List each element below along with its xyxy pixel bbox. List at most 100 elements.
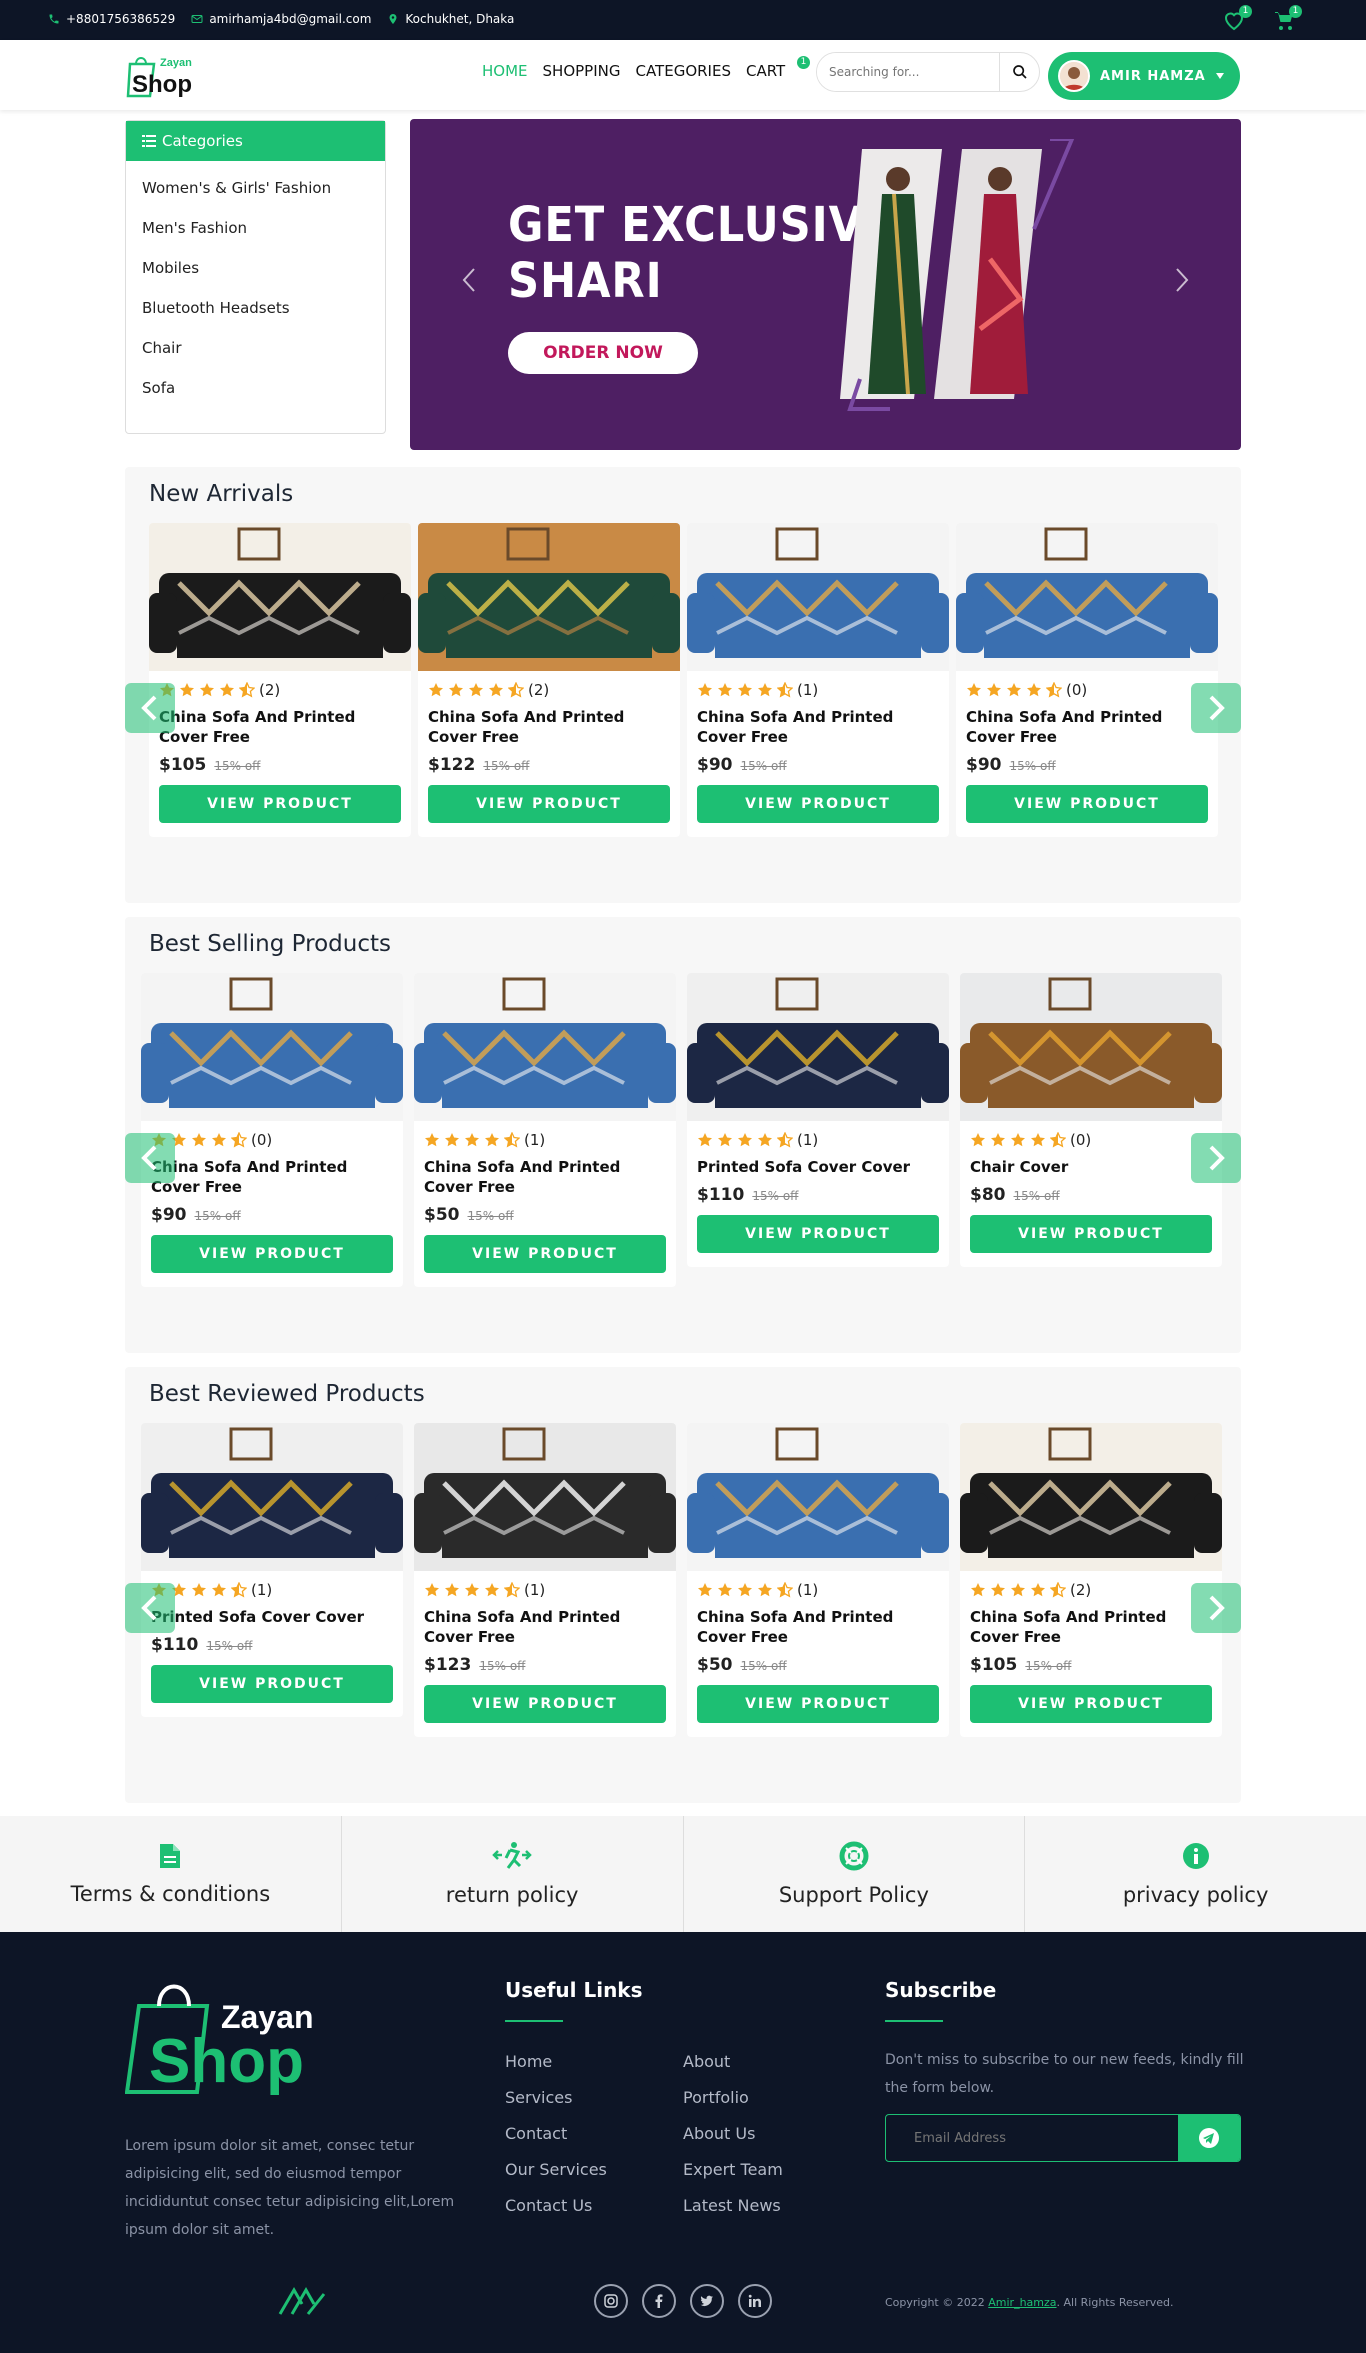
policy-privacy[interactable]: privacy policy [1025,1816,1366,1932]
footer-link-contact[interactable]: Contact [505,2124,607,2160]
product-image-wrap[interactable] [687,973,949,1121]
product-image-wrap[interactable] [418,523,680,671]
product-image-wrap[interactable] [141,973,403,1121]
facebook-button[interactable] [642,2284,676,2318]
nav-cart[interactable]: CART [746,62,785,80]
category-item[interactable]: Mobiles [142,253,369,293]
category-item[interactable]: Sofa [142,373,369,413]
product-image-wrap[interactable] [956,523,1218,671]
footer-link-expert-team[interactable]: Expert Team [683,2160,783,2196]
product-name[interactable]: China Sofa And Printed Cover Free [970,1607,1212,1647]
carousel-next-button[interactable] [1191,1133,1241,1183]
product-name[interactable]: China Sofa And Printed Cover Free [424,1157,666,1197]
nav-shopping[interactable]: SHOPPING [543,62,621,80]
product-image-wrap[interactable] [141,1423,403,1571]
product-card[interactable]: (1) China Sofa And Printed Cover Free $9… [687,523,949,837]
search-input[interactable] [817,53,999,91]
view-product-button[interactable]: VIEW PRODUCT [697,1215,939,1253]
product-card[interactable]: (0) China Sofa And Printed Cover Free $9… [141,973,403,1287]
carousel-prev-button[interactable] [125,683,175,733]
carousel-next-button[interactable] [1191,683,1241,733]
review-count: (1) [524,1581,546,1599]
product-card[interactable]: (2) China Sofa And Printed Cover Free $1… [418,523,680,837]
view-product-button[interactable]: VIEW PRODUCT [424,1685,666,1723]
product-card[interactable]: (1) China Sofa And Printed Cover Free $5… [414,973,676,1287]
product-card[interactable]: (0) China Sofa And Printed Cover Free $9… [956,523,1218,837]
product-name[interactable]: China Sofa And Printed Cover Free [428,707,670,747]
view-product-button[interactable]: VIEW PRODUCT [697,1685,939,1723]
footer-link-home[interactable]: Home [505,2052,607,2088]
policy-terms[interactable]: Terms & conditions [0,1816,342,1932]
product-name[interactable]: China Sofa And Printed Cover Free [424,1607,666,1647]
product-card[interactable]: (1) China Sofa And Printed Cover Free $1… [414,1423,676,1737]
instagram-button[interactable] [594,2284,628,2318]
footer-link-services[interactable]: Services [505,2088,607,2124]
product-name[interactable]: China Sofa And Printed Cover Free [697,707,939,747]
product-name[interactable]: Printed Sofa Cover Cover [697,1157,939,1177]
view-product-button[interactable]: VIEW PRODUCT [151,1235,393,1273]
carousel-prev-button[interactable] [125,1133,175,1183]
carousel-next-button[interactable] [1191,1583,1241,1633]
category-item[interactable]: Women's & Girls' Fashion [142,173,369,213]
footer-logo[interactable]: Zayan Shop [125,1978,335,2096]
product-name[interactable]: China Sofa And Printed Cover Free [697,1607,939,1647]
product-card[interactable]: (2) China Sofa And Printed Cover Free $1… [960,1423,1222,1737]
product-image-wrap[interactable] [960,973,1222,1121]
product-image-wrap[interactable] [960,1423,1222,1571]
category-item[interactable]: Men's Fashion [142,213,369,253]
view-product-button[interactable]: VIEW PRODUCT [424,1235,666,1273]
product-card[interactable]: (1) Printed Sofa Cover Cover $110 15% off… [687,973,949,1267]
product-image-wrap[interactable] [687,1423,949,1571]
view-product-button[interactable]: VIEW PRODUCT [966,785,1208,823]
banner-prev-arrow[interactable] [455,265,485,295]
product-image-wrap[interactable] [149,523,411,671]
product-name[interactable]: China Sofa And Printed Cover Free [966,707,1208,747]
footer-link-about-us[interactable]: About Us [683,2124,783,2160]
view-product-button[interactable]: VIEW PRODUCT [970,1215,1212,1253]
product-image-wrap[interactable] [414,1423,676,1571]
product-name[interactable]: China Sofa And Printed Cover Free [151,1157,393,1197]
product-card[interactable]: (1) China Sofa And Printed Cover Free $5… [687,1423,949,1737]
footer-link-contact-us[interactable]: Contact Us [505,2196,607,2232]
product-image-wrap[interactable] [414,973,676,1121]
star-icon [967,683,981,697]
chevron-left-icon [141,695,157,721]
copyright-author-link[interactable]: Amir_hamza [988,2296,1056,2309]
carousel-prev-button[interactable] [125,1583,175,1633]
nav-home[interactable]: HOME [482,62,528,80]
view-product-button[interactable]: VIEW PRODUCT [697,785,939,823]
product-name[interactable]: Chair Cover [970,1157,1212,1177]
logo[interactable]: Zayan Shop [126,50,196,100]
nav-categories[interactable]: CATEGORIES [635,62,731,80]
twitter-button[interactable] [690,2284,724,2318]
view-product-button[interactable]: VIEW PRODUCT [159,785,401,823]
product-card[interactable]: (0) Chair Cover $80 15% off VIEW PRODUCT [960,973,1222,1267]
view-product-button[interactable]: VIEW PRODUCT [151,1665,393,1703]
footer-link-our-services[interactable]: Our Services [505,2160,607,2196]
policy-support[interactable]: Support Policy [684,1816,1026,1932]
view-product-button[interactable]: VIEW PRODUCT [970,1685,1212,1723]
footer-link-latest-news[interactable]: Latest News [683,2196,783,2232]
cart-top-button[interactable]: 1 [1272,5,1302,32]
product-card[interactable]: (2) China Sofa And Printed Cover Free $1… [149,523,411,837]
wishlist-button[interactable]: 1 [1222,5,1252,32]
subscribe-button[interactable] [1178,2115,1240,2161]
footer-link-portfolio[interactable]: Portfolio [683,2088,783,2124]
banner-next-arrow[interactable] [1166,265,1196,295]
email-text: amirhamja4bd@gmail.com [209,12,372,26]
product-card[interactable]: (1) Printed Sofa Cover Cover $110 15% off… [141,1423,403,1717]
view-product-button[interactable]: VIEW PRODUCT [428,785,670,823]
search-button[interactable] [999,53,1039,91]
linkedin-button[interactable] [738,2284,772,2318]
product-image [687,523,949,671]
order-now-button[interactable]: ORDER NOW [508,332,698,374]
category-item[interactable]: Bluetooth Headsets [142,293,369,333]
footer-link-about[interactable]: About [683,2052,783,2088]
category-item[interactable]: Chair [142,333,369,373]
user-menu-button[interactable]: AMIR HAMZA [1048,52,1240,100]
product-image-wrap[interactable] [687,523,949,671]
product-name[interactable]: Printed Sofa Cover Cover [151,1607,393,1627]
email-field[interactable] [886,2115,1178,2161]
policy-return[interactable]: return policy [342,1816,684,1932]
product-name[interactable]: China Sofa And Printed Cover Free [159,707,401,747]
